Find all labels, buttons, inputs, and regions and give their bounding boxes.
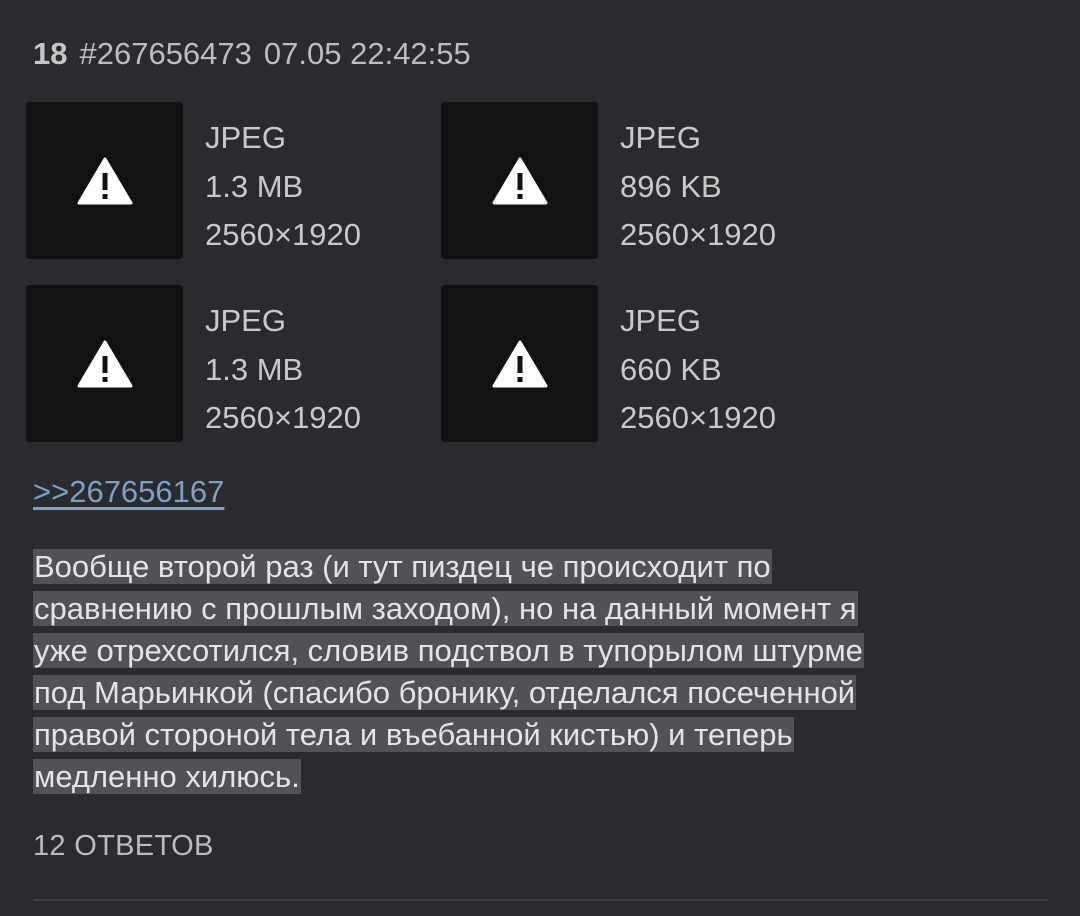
attachment-dimensions: 2560×1920 bbox=[205, 217, 362, 252]
post-body-line: правой стороной тела и въебанной кистью)… bbox=[33, 714, 1033, 756]
selected-text[interactable]: уже отрехсотился, словив подствол в тупо… bbox=[33, 633, 864, 668]
attachment-size: 1.3 MB bbox=[205, 168, 304, 204]
attachment-thumbnail[interactable] bbox=[26, 102, 183, 259]
attachment[interactable]: JPEG 660 KB 2560×1920 bbox=[441, 285, 841, 443]
post-number: 18 bbox=[33, 36, 68, 71]
warning-icon bbox=[77, 340, 132, 387]
selected-text[interactable]: медленно хилюсь. bbox=[33, 759, 301, 794]
attachment[interactable]: JPEG 896 KB 2560×1920 bbox=[441, 102, 841, 260]
post-timestamp: 07.05 22:42:55 bbox=[263, 36, 471, 71]
attachment-dimensions: 2560×1920 bbox=[620, 217, 777, 252]
post-body-line: уже отрехсотился, словив подствол в тупо… bbox=[33, 630, 1033, 672]
attachment-type: JPEG bbox=[205, 303, 286, 338]
selected-text[interactable]: под Марьинкой (спасибо бронику, отделалс… bbox=[33, 675, 857, 710]
attachment-thumbnail[interactable] bbox=[441, 102, 598, 259]
attachment-type: JPEG bbox=[620, 120, 701, 155]
attachment-meta: JPEG 1.3 MB 2560×1920 bbox=[205, 297, 361, 443]
warning-icon bbox=[77, 157, 132, 204]
selected-text[interactable]: Вообще второй раз (и тут пиздец че проис… bbox=[33, 549, 772, 584]
attachment-type: JPEG bbox=[205, 120, 286, 155]
replies-count-button[interactable]: 12 ОТВЕТОВ bbox=[33, 826, 214, 866]
post-header: 18 #267656473 07.05 22:42:55 bbox=[33, 34, 471, 74]
selected-text[interactable]: правой стороной тела и въебанной кистью)… bbox=[33, 717, 794, 752]
attachment-meta: JPEG 660 KB 2560×1920 bbox=[620, 297, 776, 443]
post-body: Вообще второй раз (и тут пиздец че проис… bbox=[33, 546, 1033, 798]
attachment-size: 1.3 MB bbox=[205, 351, 304, 387]
reply-link[interactable]: >>267656167 bbox=[33, 472, 224, 512]
attachment-size: 896 KB bbox=[620, 168, 722, 204]
warning-icon bbox=[492, 340, 547, 387]
post-body-line: под Марьинкой (спасибо бронику, отделалс… bbox=[33, 672, 1033, 714]
attachment-dimensions: 2560×1920 bbox=[205, 400, 362, 435]
attachment[interactable]: JPEG 1.3 MB 2560×1920 bbox=[26, 102, 426, 260]
divider bbox=[33, 899, 1048, 901]
post-id[interactable]: #267656473 bbox=[79, 36, 251, 71]
attachment-meta: JPEG 1.3 MB 2560×1920 bbox=[205, 114, 361, 260]
selected-text[interactable]: сравнению с прошлым заходом), но на данн… bbox=[33, 591, 858, 626]
post-body-line: Вообще второй раз (и тут пиздец че проис… bbox=[33, 546, 1033, 588]
warning-icon bbox=[492, 157, 547, 204]
attachment-dimensions: 2560×1920 bbox=[620, 400, 777, 435]
attachment-size: 660 KB bbox=[620, 351, 722, 387]
post-body-line: медленно хилюсь. bbox=[33, 756, 1033, 798]
attachment[interactable]: JPEG 1.3 MB 2560×1920 bbox=[26, 285, 426, 443]
post-body-line: сравнению с прошлым заходом), но на данн… bbox=[33, 588, 1033, 630]
attachment-thumbnail[interactable] bbox=[441, 285, 598, 442]
attachment-type: JPEG bbox=[620, 303, 701, 338]
attachment-thumbnail[interactable] bbox=[26, 285, 183, 442]
attachment-meta: JPEG 896 KB 2560×1920 bbox=[620, 114, 776, 260]
